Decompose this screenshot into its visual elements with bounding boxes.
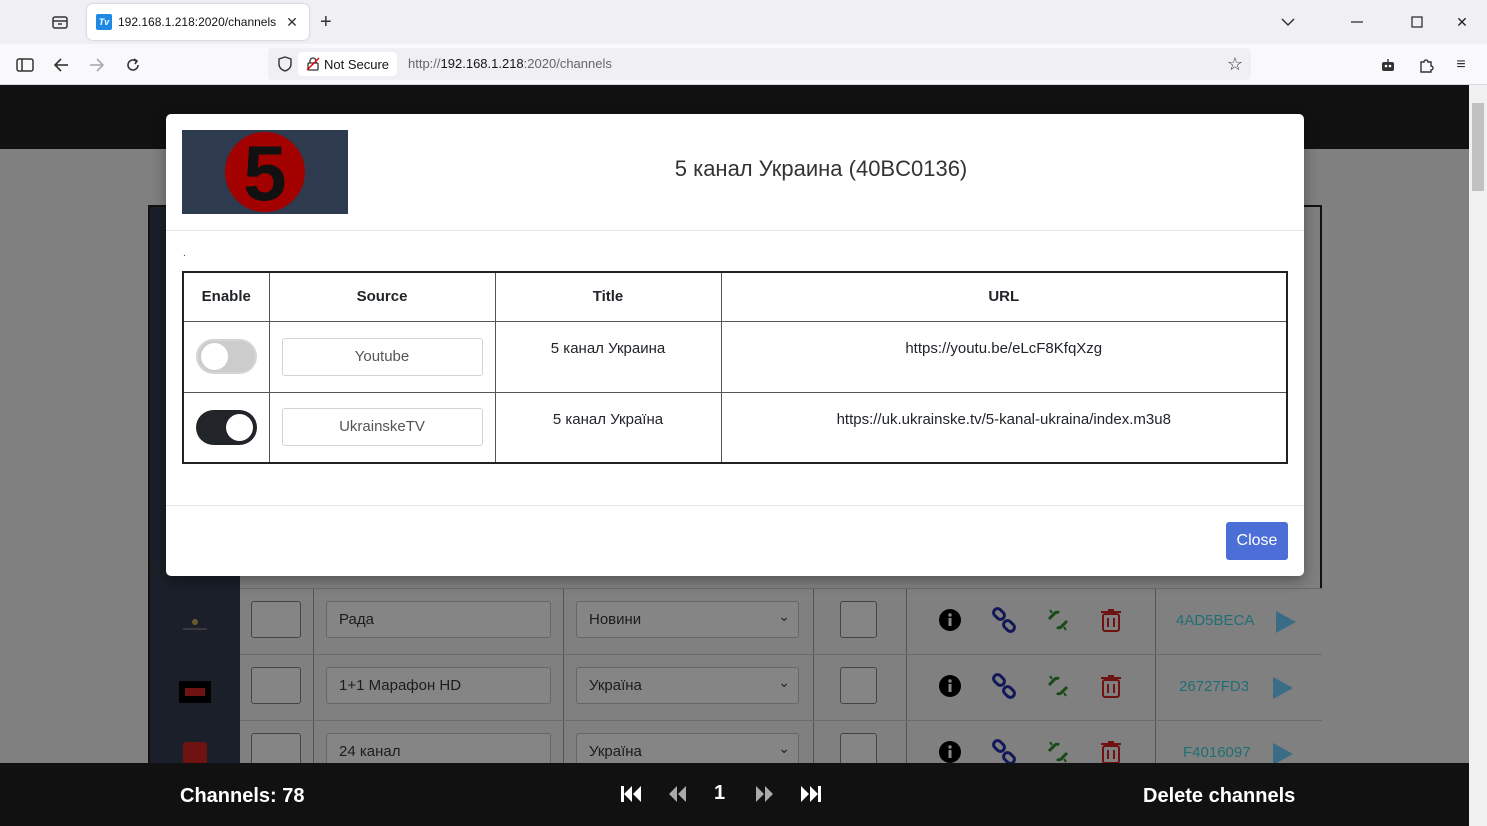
source-row: Youtube 5 канал Украина https://youtu.be… (182, 320, 1288, 393)
category-select[interactable]: Новини (576, 601, 799, 638)
enable-toggle[interactable] (195, 409, 257, 445)
info-icon[interactable] (937, 673, 963, 699)
tab-close-icon[interactable]: ✕ (283, 13, 301, 31)
source-title: 5 канал Украина (494, 320, 722, 393)
bookmark-star-icon[interactable]: ☆ (1227, 54, 1243, 75)
play-icon[interactable] (1273, 743, 1293, 765)
current-page-number[interactable]: 1 (714, 782, 725, 805)
info-icon[interactable] (937, 607, 963, 633)
source-row: UkrainskeTV 5 канал Україна https://uk.u… (182, 391, 1288, 464)
channel-logo-number: 5 (243, 130, 286, 214)
url-text[interactable]: http://192.168.1.218:2020/channels (408, 56, 612, 71)
last-page-icon[interactable] (796, 781, 826, 807)
modal-footer-divider (166, 505, 1304, 506)
enable-header: Enable (182, 271, 270, 322)
page-footer: Channels: 78 1 Delete channels (0, 763, 1469, 826)
channel-id-link[interactable]: 26727FD3 (1179, 678, 1249, 695)
modal-title: 5 канал Украина (40BC0136) (674, 156, 968, 181)
sources-table: Enable Source Title URL Youtube 5 канал … (182, 271, 1288, 464)
previous-page-icon[interactable] (662, 781, 692, 807)
next-page-icon[interactable] (750, 781, 780, 807)
unlink-icon[interactable] (1045, 673, 1071, 699)
enable-cell (182, 320, 270, 393)
24-kanal-logo (183, 742, 207, 764)
security-label: Not Secure (324, 56, 390, 72)
enabled-checkbox[interactable] (840, 601, 877, 638)
source-url: https://youtu.be/eLcF8KfqXzg (720, 320, 1288, 393)
delete-trash-icon[interactable] (1098, 673, 1124, 699)
info-icon[interactable] (937, 739, 963, 765)
channel-id-link[interactable]: F4016097 (1183, 744, 1251, 761)
new-tab-icon[interactable]: + (320, 12, 332, 32)
first-page-icon[interactable] (616, 781, 646, 807)
maximize-icon[interactable] (1405, 10, 1429, 34)
url-bar[interactable]: Not Secure http://192.168.1.218:2020/cha… (268, 48, 1251, 80)
link-icon[interactable] (991, 739, 1017, 765)
marathon-logo (179, 681, 211, 703)
title-header: Title (494, 271, 722, 322)
order-input[interactable] (251, 601, 301, 638)
source-header: Source (268, 271, 496, 322)
reload-icon[interactable] (120, 52, 146, 78)
back-arrow-icon[interactable] (48, 52, 74, 78)
channel-id-link[interactable]: 4AD5BECA (1176, 612, 1254, 629)
forward-arrow-icon[interactable] (84, 52, 110, 78)
channel-5-logo: 5 (182, 129, 348, 217)
tab-title: 192.168.1.218:2020/channels (118, 15, 277, 29)
url-prefix: http:// (408, 56, 441, 71)
enable-cell (182, 391, 270, 464)
minimize-icon[interactable] (1345, 10, 1369, 34)
extension-robot-icon[interactable] (1375, 52, 1401, 78)
extensions-puzzle-icon[interactable] (1413, 52, 1439, 78)
scrollbar-thumb[interactable] (1472, 103, 1484, 191)
not-secure-badge[interactable]: Not Secure (298, 52, 398, 76)
menu-hamburger-icon[interactable]: ≡ (1448, 52, 1474, 78)
channels-count: Channels: 78 (180, 785, 305, 807)
channel-name-input[interactable]: Рада (326, 601, 551, 638)
browser-tab-bar: Tv 192.168.1.218:2020/channels ✕ + ✕ (0, 0, 1487, 44)
rada-logo (179, 614, 211, 636)
enabled-checkbox[interactable] (840, 667, 877, 704)
source-title: 5 канал Україна (494, 391, 722, 464)
url-header: URL (720, 271, 1288, 322)
source-url: https://uk.ukrainske.tv/5-kanal-ukraina/… (720, 391, 1288, 464)
modal-dot: . (183, 248, 186, 259)
category-select[interactable]: Україна (576, 667, 799, 704)
channel-name-input[interactable]: 1+1 Марафон HD (326, 667, 551, 704)
close-button[interactable]: Close (1226, 522, 1288, 560)
source-input[interactable]: UkrainskeTV (281, 408, 483, 447)
play-icon[interactable] (1273, 677, 1293, 699)
list-all-tabs-icon[interactable] (1276, 10, 1300, 34)
table-row: 1+1 Марафон HD Україна 26727FD3 (240, 654, 1322, 720)
link-icon[interactable] (991, 673, 1017, 699)
delete-channels-button[interactable]: Delete channels (1143, 785, 1295, 808)
delete-trash-icon[interactable] (1098, 607, 1124, 633)
browser-nav-bar: Not Secure http://192.168.1.218:2020/cha… (0, 44, 1487, 85)
order-input[interactable] (251, 667, 301, 704)
table-row: Рада Новини 4AD5BECA (240, 588, 1322, 654)
delete-trash-icon[interactable] (1098, 739, 1124, 765)
page-scrollbar[interactable] (1469, 85, 1487, 826)
sidebar-toggle-icon[interactable] (12, 52, 38, 78)
source-input[interactable]: Youtube (281, 337, 483, 376)
source-cell: UkrainskeTV (268, 391, 496, 464)
tab-list-icon[interactable] (46, 10, 74, 34)
browser-tab[interactable]: Tv 192.168.1.218:2020/channels ✕ (87, 4, 309, 40)
source-cell: Youtube (268, 320, 496, 393)
url-host: 192.168.1.218 (440, 56, 524, 71)
link-icon[interactable] (991, 607, 1017, 633)
play-icon[interactable] (1276, 611, 1296, 633)
modal-header-divider (166, 230, 1304, 231)
unlink-icon[interactable] (1045, 739, 1071, 765)
window-close-icon[interactable]: ✕ (1450, 10, 1474, 34)
url-path: :2020/channels (523, 56, 612, 71)
tracking-shield-icon[interactable] (276, 55, 294, 73)
channel-sources-modal: 5 5 канал Украина (40BC0136) . Enable So… (166, 114, 1304, 576)
sources-header-row: Enable Source Title URL (182, 271, 1288, 322)
tvlink-favicon-icon: Tv (96, 14, 112, 30)
insecure-lock-icon (306, 57, 320, 71)
enable-toggle[interactable] (195, 339, 257, 374)
unlink-icon[interactable] (1045, 607, 1071, 633)
